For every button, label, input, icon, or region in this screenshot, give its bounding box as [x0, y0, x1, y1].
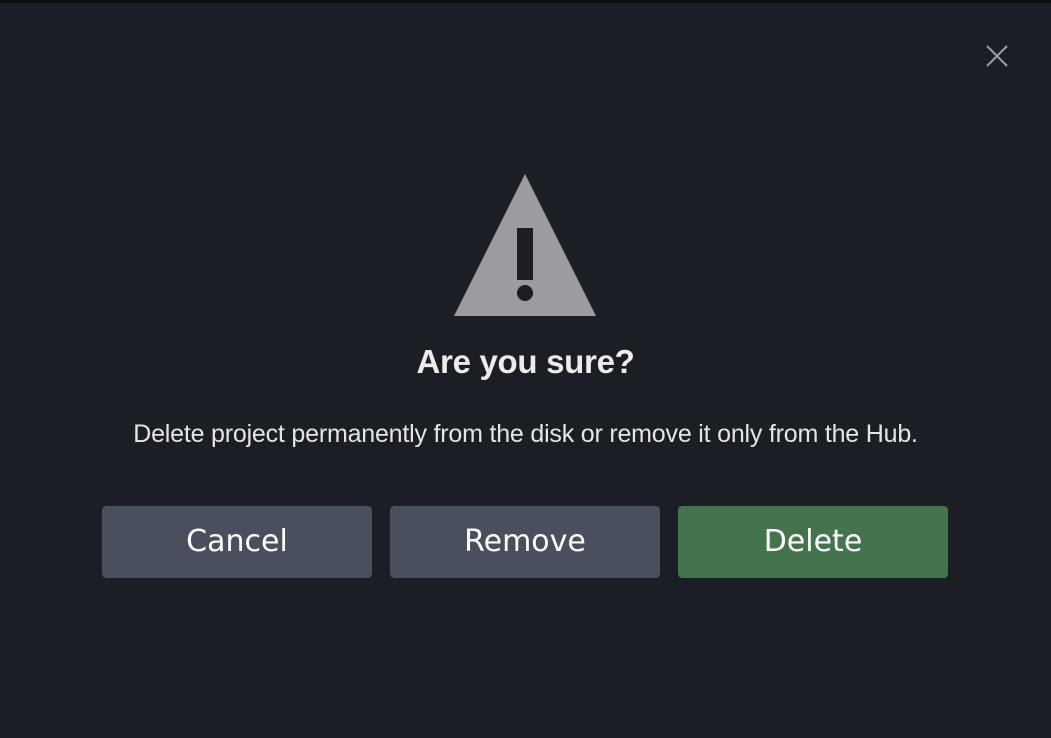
delete-button[interactable]: Delete	[678, 506, 948, 578]
window-top-edge	[0, 0, 1051, 3]
warning-triangle-icon	[454, 174, 596, 316]
close-button[interactable]	[982, 41, 1012, 71]
dialog-message: Delete project permanently from the disk…	[133, 420, 918, 448]
close-icon	[986, 45, 1008, 67]
confirm-delete-dialog: Are you sure? Delete project permanently…	[0, 0, 1051, 738]
remove-button[interactable]: Remove	[390, 506, 660, 578]
cancel-button[interactable]: Cancel	[102, 506, 372, 578]
dialog-title: Are you sure?	[416, 343, 635, 380]
